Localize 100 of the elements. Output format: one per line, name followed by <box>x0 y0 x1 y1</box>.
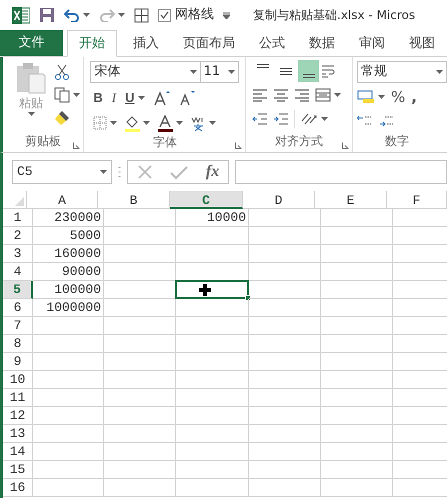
comma-style-button[interactable]: , <box>411 90 417 104</box>
column-header[interactable]: A <box>27 191 98 209</box>
file-tab[interactable]: 文件 <box>0 30 63 56</box>
dropdown-caret-icon <box>334 93 342 97</box>
increase-indent-icon[interactable] <box>273 112 290 126</box>
dialog-launcher-icon[interactable] <box>73 142 80 149</box>
row-header[interactable]: 16 <box>3 479 33 497</box>
bold-button[interactable]: B <box>93 88 103 108</box>
column-header[interactable]: E <box>315 191 387 209</box>
merge-center-icon[interactable] <box>315 88 332 102</box>
table-cell[interactable]: 230000 <box>33 209 104 227</box>
dropdown-caret-icon <box>100 170 107 174</box>
ribbon-tab[interactable]: 视图 <box>397 30 447 57</box>
decrease-font-size-icon[interactable] <box>178 90 194 106</box>
align-center-icon[interactable] <box>273 88 290 102</box>
align-right-icon[interactable] <box>294 88 310 102</box>
row-header[interactable]: 14 <box>3 443 33 461</box>
gridlines-checkbox[interactable] <box>158 8 171 22</box>
ribbon-tab[interactable]: 审阅 <box>347 30 397 57</box>
ribbon-tab[interactable]: 公式 <box>247 30 297 57</box>
dropdown-caret-icon <box>118 13 125 17</box>
align-lines-icon <box>256 64 269 68</box>
checkmark-icon[interactable] <box>170 164 188 180</box>
font-color-icon[interactable] <box>157 114 174 132</box>
increase-font-size-icon[interactable] <box>154 90 170 106</box>
row-header[interactable]: 2 <box>3 227 33 245</box>
decrease-indent-icon[interactable] <box>252 112 268 126</box>
paste-clipboard-icon[interactable] <box>16 62 46 94</box>
group-label: 数字 <box>384 133 410 150</box>
dropdown-caret-icon <box>209 121 216 125</box>
align-left-icon[interactable] <box>252 88 268 102</box>
font-name-dropdown[interactable]: 宋体 <box>90 61 201 83</box>
table-cell[interactable]: 100000 <box>33 281 104 299</box>
column-header[interactable]: F <box>387 191 447 209</box>
number-format-dropdown[interactable]: 常规 <box>357 61 447 83</box>
ribbon-tab[interactable]: 数据 <box>297 30 347 57</box>
table-cell[interactable]: 1000000 <box>33 299 104 317</box>
format-painter-brush-icon[interactable] <box>54 110 70 126</box>
table-cell[interactable]: 10000 <box>176 209 249 227</box>
table-cell[interactable]: 90000 <box>33 263 104 281</box>
row-header[interactable]: 4 <box>3 263 33 281</box>
dropdown-caret-icon <box>110 121 118 125</box>
row-header[interactable]: 15 <box>3 461 33 479</box>
corner-triangle-icon <box>15 197 24 206</box>
table-cell[interactable]: 5000 <box>33 227 104 245</box>
row-header[interactable]: 8 <box>3 335 33 353</box>
borders-icon[interactable] <box>93 116 108 130</box>
dropdown-caret-icon <box>378 95 385 99</box>
copy-icon[interactable] <box>54 87 70 103</box>
currency-icon[interactable] <box>357 89 375 105</box>
font-size-dropdown[interactable]: 11 <box>200 61 240 83</box>
column-header[interactable]: B <box>98 191 170 209</box>
row-header[interactable]: 13 <box>3 425 33 443</box>
borders-grid-icon[interactable] <box>134 8 149 22</box>
window-title: 复制与粘贴基础.xlsx - Micros <box>253 7 416 24</box>
percent-button[interactable]: % <box>391 86 406 108</box>
row-header[interactable]: 10 <box>3 371 33 389</box>
cancel-x-icon[interactable] <box>136 164 153 180</box>
vertical-align-button[interactable] <box>298 60 320 82</box>
dialog-launcher-icon[interactable] <box>235 142 242 149</box>
dropdown-caret-icon <box>138 96 144 100</box>
ribbon-tab[interactable]: 插入 <box>121 30 171 57</box>
name-box[interactable]: C5 <box>12 160 112 184</box>
underline-button[interactable]: U <box>125 88 134 108</box>
italic-button[interactable]: I <box>112 88 116 108</box>
align-lines-icon <box>302 74 315 78</box>
row-header[interactable]: 5 <box>3 281 33 299</box>
group-label: 对齐方式 <box>275 133 324 150</box>
dropdown-caret-icon <box>73 93 80 97</box>
table-cell[interactable]: 160000 <box>33 245 104 263</box>
row-header[interactable]: 9 <box>3 353 33 371</box>
formula-input-field[interactable] <box>235 160 447 184</box>
text-orientation-icon[interactable] <box>300 111 318 127</box>
row-header[interactable]: 7 <box>3 317 33 335</box>
row-header[interactable]: 12 <box>3 407 33 425</box>
dropdown-caret-icon <box>143 121 150 125</box>
column-header[interactable]: C <box>170 191 243 209</box>
ribbon-tab[interactable]: 开始 <box>67 30 117 57</box>
dropdown-caret-icon <box>190 70 197 74</box>
row-header[interactable]: 1 <box>3 209 33 227</box>
dialog-launcher-icon[interactable] <box>342 142 349 149</box>
group-label: 字体 <box>152 134 177 151</box>
row-header[interactable]: 6 <box>3 299 33 317</box>
gridlines-label: 网格线 <box>175 6 214 24</box>
wrap-text-icon[interactable] <box>321 64 338 78</box>
row-header[interactable]: 3 <box>3 245 33 263</box>
fill-bucket-icon[interactable] <box>124 114 140 132</box>
excel-logo-icon[interactable] <box>12 6 30 24</box>
select-all-corner[interactable] <box>3 191 27 209</box>
checkmark-icon <box>160 11 169 19</box>
scissors-icon[interactable] <box>54 64 70 80</box>
ribbon-tab[interactable]: 页面布局 <box>171 30 247 57</box>
redo-icon[interactable] <box>99 8 115 22</box>
column-header[interactable]: D <box>243 191 315 209</box>
insert-function-button[interactable]: fx <box>206 160 220 184</box>
save-icon[interactable] <box>39 7 55 23</box>
decrease-decimal-icon[interactable] <box>379 114 395 128</box>
undo-icon[interactable] <box>64 8 80 22</box>
row-header[interactable]: 11 <box>3 389 33 407</box>
customize-toolbar-icon[interactable] <box>223 12 230 18</box>
